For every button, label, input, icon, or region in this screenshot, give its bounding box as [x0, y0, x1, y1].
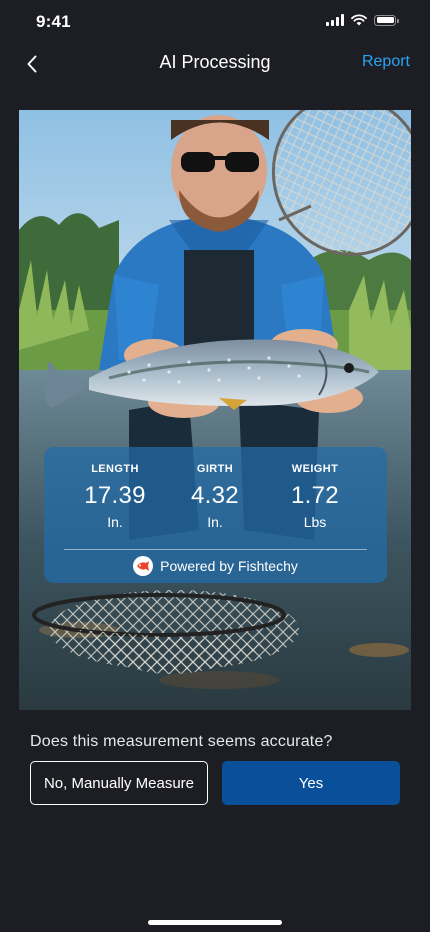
- home-indicator[interactable]: [148, 920, 282, 925]
- measurement-row: LENGTH 17.39 In. GIRTH 4.32 In. WEIGHT 1…: [44, 463, 387, 543]
- metric-label: WEIGHT: [291, 463, 339, 475]
- powered-by-label: Powered by Fishtechy: [160, 558, 298, 574]
- metric-value: 1.72: [291, 482, 339, 509]
- powered-by: Powered by Fishtechy: [44, 556, 387, 576]
- battery-icon: [374, 14, 399, 26]
- metric-unit: In.: [107, 514, 123, 530]
- fishtechy-logo-icon: [133, 556, 154, 576]
- yes-button[interactable]: Yes: [222, 761, 400, 805]
- catch-photo: [19, 110, 411, 710]
- metric-value: 17.39: [84, 482, 146, 509]
- catch-photo-illustration: [19, 110, 411, 710]
- status-bar: 9:41: [0, 0, 430, 44]
- metric-unit: In.: [207, 514, 223, 530]
- metric-label: GIRTH: [196, 463, 234, 475]
- metric-unit: Lbs: [303, 514, 327, 530]
- confirmation-panel: Does this measurement seems accurate? No…: [0, 710, 430, 932]
- weight-metric: WEIGHT 1.72 Lbs: [260, 463, 370, 530]
- wifi-icon: [351, 14, 367, 26]
- status-time: 9:41: [36, 12, 71, 31]
- measurement-card: LENGTH 17.39 In. GIRTH 4.32 In. WEIGHT 1…: [44, 447, 387, 583]
- manual-measure-button[interactable]: No, Manually Measure: [30, 761, 208, 805]
- cellular-signal-icon: [326, 14, 344, 26]
- accuracy-question: Does this measurement seems accurate?: [30, 733, 333, 750]
- report-link[interactable]: Report: [362, 53, 410, 71]
- metric-value: 4.32: [191, 482, 239, 509]
- card-divider: [64, 549, 367, 550]
- status-icons: [326, 14, 399, 26]
- girth-metric: GIRTH 4.32 In.: [160, 463, 270, 530]
- length-metric: LENGTH 17.39 In.: [60, 463, 170, 530]
- metric-label: LENGTH: [91, 463, 139, 475]
- nav-bar: AI Processing Report: [0, 44, 430, 110]
